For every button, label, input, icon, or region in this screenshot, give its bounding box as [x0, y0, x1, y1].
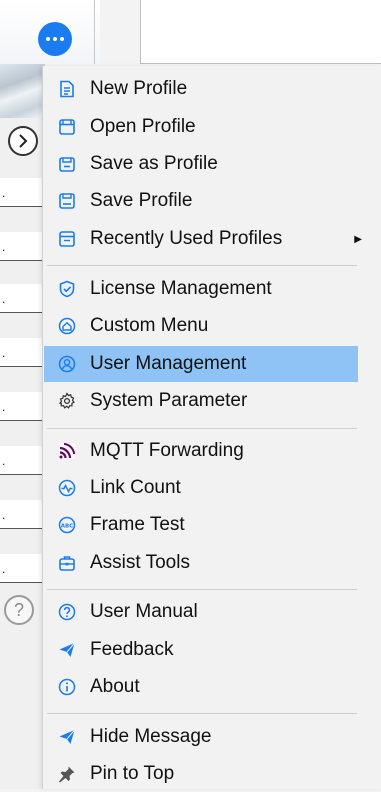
menu-item-mqtt-forwarding[interactable]: MQTT Forwarding — [44, 433, 358, 469]
background-row: . — [0, 284, 44, 313]
home-icon — [44, 308, 90, 344]
menu-item-about[interactable]: About — [44, 669, 358, 705]
menu-item-label: Save as Profile — [90, 153, 218, 174]
menu-item-link-count[interactable]: Link Count — [44, 470, 358, 506]
menu-item-label: MQTT Forwarding — [90, 440, 244, 461]
menu-item-recently-used-profiles[interactable]: Recently Used Profiles ▶ — [44, 221, 362, 257]
background-row: . — [0, 338, 44, 367]
background-row: . — [0, 500, 44, 529]
pin-icon — [44, 756, 90, 792]
background-row: . — [0, 232, 44, 261]
row-marker: . — [2, 400, 6, 414]
user-circle-icon — [44, 346, 90, 382]
question-circle-icon[interactable]: ? — [4, 595, 34, 625]
menu-item-label: New Profile — [90, 78, 188, 99]
paper-plane-icon — [44, 632, 90, 668]
paper-plane-icon — [44, 719, 90, 755]
menu-item-label: User Manual — [90, 601, 198, 622]
menu-item-license-management[interactable]: License Management — [44, 271, 358, 307]
question-icon — [44, 594, 90, 630]
menu-item-label: Custom Menu — [90, 315, 209, 336]
mqtt-icon — [44, 433, 90, 469]
menu-item-save-as-profile[interactable]: Save as Profile — [44, 146, 358, 182]
shield-check-icon — [44, 271, 90, 307]
submenu-arrow-icon: ▶ — [354, 233, 362, 245]
menu-item-feedback[interactable]: Feedback — [44, 632, 358, 668]
menu-item-label: About — [90, 676, 140, 697]
menu-separator — [47, 589, 357, 590]
chevron-right-circle-icon[interactable] — [8, 126, 38, 156]
menu-item-system-parameter[interactable]: System Parameter — [44, 383, 358, 419]
more-dots-icon — [53, 37, 57, 41]
menu-item-open-profile[interactable]: Open Profile — [44, 109, 358, 145]
menu-item-label: System Parameter — [90, 390, 248, 411]
menu-item-frame-test[interactable]: ABC Frame Test — [44, 507, 358, 543]
background-row: . — [0, 446, 44, 475]
new-profile-icon — [44, 71, 90, 107]
context-menu: New Profile Open Profile Save as Profile… — [42, 66, 381, 789]
menu-item-assist-tools[interactable]: Assist Tools — [44, 545, 358, 581]
recent-profiles-icon — [44, 221, 90, 257]
menu-separator — [47, 713, 357, 714]
menu-separator — [47, 265, 357, 266]
abc-icon: ABC — [44, 507, 90, 543]
row-marker: . — [2, 454, 6, 468]
menu-item-label: User Management — [90, 353, 247, 374]
menu-item-hide-message[interactable]: Hide Message — [44, 719, 358, 755]
svg-text:ABC: ABC — [61, 523, 74, 529]
menu-item-label: License Management — [90, 278, 272, 299]
more-dots-icon — [46, 37, 50, 41]
info-icon — [44, 669, 90, 705]
background-row: . — [0, 554, 44, 583]
row-marker: . — [2, 346, 6, 360]
background-row: . — [0, 392, 44, 421]
background-input-field[interactable] — [140, 0, 381, 64]
row-marker: . — [2, 508, 6, 522]
menu-item-user-management[interactable]: User Management — [44, 346, 358, 382]
toolbox-icon — [44, 545, 90, 581]
menu-item-label: Frame Test — [90, 514, 185, 535]
more-dots-icon — [60, 37, 64, 41]
row-marker: . — [2, 240, 6, 254]
menu-item-label: Feedback — [90, 639, 174, 660]
save-profile-icon — [44, 183, 90, 219]
menu-item-label: Recently Used Profiles — [90, 228, 283, 249]
row-marker: . — [2, 562, 6, 576]
background-image — [0, 64, 44, 118]
background-row: . — [0, 178, 44, 207]
menu-item-label: Open Profile — [90, 116, 196, 137]
menu-item-label: Save Profile — [90, 190, 193, 211]
menu-separator — [47, 428, 357, 429]
menu-item-pin-to-top[interactable]: Pin to Top — [44, 756, 358, 792]
open-profile-icon — [44, 109, 90, 145]
menu-item-label: Link Count — [90, 477, 181, 498]
menu-item-new-profile[interactable]: New Profile — [44, 71, 358, 107]
menu-item-label: Assist Tools — [90, 552, 190, 573]
menu-item-save-profile[interactable]: Save Profile — [44, 183, 358, 219]
pulse-icon — [44, 470, 90, 506]
row-marker: . — [2, 186, 6, 200]
row-marker: . — [2, 292, 6, 306]
menu-item-label: Pin to Top — [90, 763, 175, 784]
menu-item-label: Hide Message — [90, 726, 212, 747]
save-as-profile-icon — [44, 146, 90, 182]
more-options-button[interactable] — [38, 22, 72, 56]
gear-icon — [44, 383, 90, 419]
menu-item-custom-menu[interactable]: Custom Menu — [44, 308, 358, 344]
menu-item-user-manual[interactable]: User Manual — [44, 594, 358, 630]
